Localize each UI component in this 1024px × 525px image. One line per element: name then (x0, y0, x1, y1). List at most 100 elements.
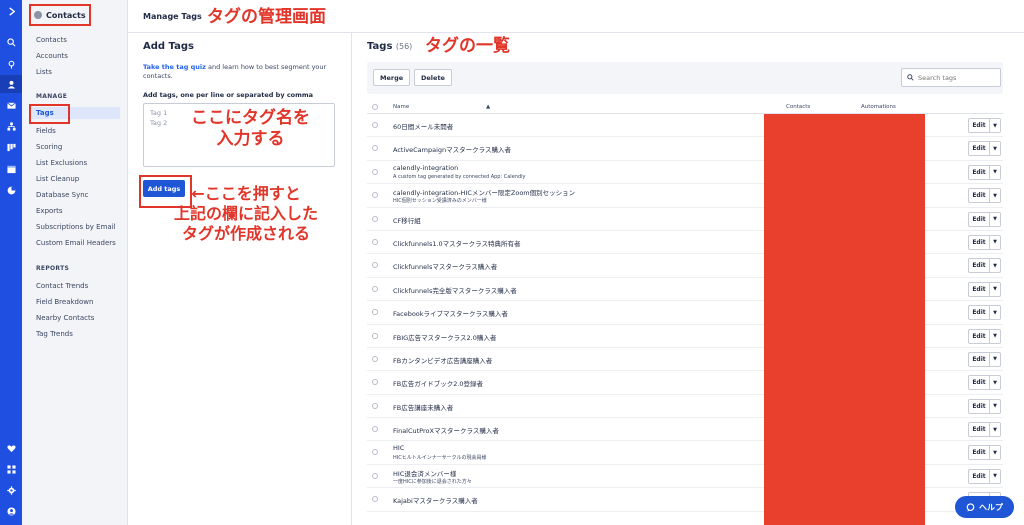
search-tags-input[interactable] (918, 73, 998, 82)
sidebar-item-accounts[interactable]: Accounts (36, 52, 68, 60)
edit-button[interactable]: Edit (968, 398, 990, 414)
row-checkbox[interactable] (372, 355, 378, 362)
tag-name[interactable]: HIC退会済メンバー様 (393, 468, 456, 478)
edit-dropdown-caret-icon[interactable]: ▼ (990, 422, 1001, 438)
row-checkbox[interactable] (372, 192, 378, 199)
column-header-name[interactable]: Name (393, 104, 409, 110)
tag-name[interactable]: Facebookライブマスタークラス購入者 (393, 308, 508, 318)
sidebar-item-lists[interactable]: Lists (36, 68, 52, 76)
sidebar-item-database-sync[interactable]: Database Sync (36, 191, 89, 199)
edit-button[interactable]: Edit (968, 258, 990, 274)
report-icon[interactable] (0, 181, 22, 199)
row-checkbox[interactable] (372, 379, 378, 386)
edit-button[interactable]: Edit (968, 118, 990, 133)
row-checkbox[interactable] (372, 285, 378, 292)
tag-name[interactable]: calendly-integration (393, 164, 458, 172)
mail-icon[interactable] (0, 96, 22, 114)
tag-name[interactable]: Kajabiマスタークラス購入者 (393, 495, 478, 505)
edit-dropdown-caret-icon[interactable]: ▼ (990, 118, 1001, 133)
select-all-checkbox[interactable] (372, 104, 378, 110)
edit-dropdown-caret-icon[interactable]: ▼ (990, 305, 1001, 321)
edit-button[interactable]: Edit (968, 305, 990, 321)
tag-name[interactable]: CF移行組 (393, 215, 421, 225)
delete-button[interactable]: Delete (414, 69, 452, 86)
column-header-automations[interactable]: Automations (861, 104, 896, 110)
edit-button[interactable]: Edit (968, 422, 990, 438)
tag-name[interactable]: FinalCutProXマスタークラス購入者 (393, 425, 499, 435)
edit-dropdown-caret-icon[interactable]: ▼ (990, 351, 1001, 367)
edit-dropdown-caret-icon[interactable]: ▼ (990, 375, 1001, 391)
edit-dropdown-caret-icon[interactable]: ▼ (990, 328, 1001, 344)
tag-name[interactable]: FBIG広告マスタークラス2.0購入者 (393, 332, 496, 342)
sidebar-item-contacts[interactable]: Contacts (36, 36, 67, 44)
edit-button[interactable]: Edit (968, 375, 990, 391)
edit-dropdown-caret-icon[interactable]: ▼ (990, 281, 1001, 297)
row-checkbox[interactable] (372, 496, 378, 503)
edit-dropdown-caret-icon[interactable]: ▼ (990, 188, 1001, 204)
sidebar-item-list-cleanup[interactable]: List Cleanup (36, 175, 79, 183)
sidebar-item-tag-trends[interactable]: Tag Trends (36, 330, 73, 338)
sort-caret-icon[interactable]: ▲ (486, 104, 490, 110)
edit-dropdown-caret-icon[interactable]: ▼ (990, 258, 1001, 274)
row-checkbox[interactable] (372, 472, 378, 479)
edit-dropdown-caret-icon[interactable]: ▼ (990, 234, 1001, 250)
row-checkbox[interactable] (372, 168, 378, 175)
tag-name[interactable]: calendly-integration-HICメンバー限定Zoom個別セッショ… (393, 187, 575, 197)
sidebar-item-nearby-contacts[interactable]: Nearby Contacts (36, 314, 94, 322)
row-checkbox[interactable] (372, 145, 378, 152)
sidebar-item-list-exclusions[interactable]: List Exclusions (36, 159, 87, 167)
edit-button[interactable]: Edit (968, 445, 990, 461)
edit-button[interactable]: Edit (968, 281, 990, 297)
tag-name[interactable]: HIC (393, 444, 404, 452)
contacts-person-icon[interactable] (0, 75, 22, 93)
column-header-contacts[interactable]: Contacts (786, 104, 810, 110)
edit-button[interactable]: Edit (968, 234, 990, 250)
edit-button[interactable]: Edit (968, 188, 990, 204)
heart-icon[interactable] (0, 439, 22, 457)
tag-name[interactable]: Clickfunnels1.0マスタークラス特典所有者 (393, 238, 521, 248)
profile-avatar-icon[interactable] (0, 502, 22, 520)
settings-gear-icon[interactable] (0, 481, 22, 499)
search-icon[interactable] (0, 33, 22, 51)
row-checkbox[interactable] (372, 449, 378, 456)
logo-chevron-icon[interactable] (0, 2, 22, 20)
row-checkbox[interactable] (372, 426, 378, 433)
edit-dropdown-caret-icon[interactable]: ▼ (990, 211, 1001, 227)
tag-name[interactable]: 60日間メール未開者 (393, 121, 453, 131)
edit-button[interactable]: Edit (968, 351, 990, 367)
tag-name[interactable]: Clickfunnels完全版マスタークラス購入者 (393, 285, 517, 295)
sidebar-item-contact-trends[interactable]: Contact Trends (36, 282, 88, 290)
tag-name[interactable]: FBカンタンビデオ広告講座購入者 (393, 355, 492, 365)
sidebar-item-fields[interactable]: Fields (36, 127, 56, 135)
site-icon[interactable] (0, 160, 22, 178)
edit-dropdown-caret-icon[interactable]: ▼ (990, 468, 1001, 484)
location-pin-icon[interactable] (0, 55, 22, 73)
edit-button[interactable]: Edit (968, 211, 990, 227)
tag-name[interactable]: ActiveCampaignマスタークラス購入者 (393, 144, 511, 154)
tag-name[interactable]: FB広告ガイドブック2.0登録者 (393, 378, 483, 388)
row-checkbox[interactable] (372, 402, 378, 409)
merge-button[interactable]: Merge (373, 69, 411, 86)
edit-dropdown-caret-icon[interactable]: ▼ (990, 141, 1001, 157)
tag-name[interactable]: Clickfunnelsマスタークラス購入者 (393, 261, 497, 271)
row-checkbox[interactable] (372, 262, 378, 269)
row-checkbox[interactable] (372, 332, 378, 339)
row-checkbox[interactable] (372, 122, 378, 128)
edit-button[interactable]: Edit (968, 141, 990, 157)
apps-grid-icon[interactable] (0, 460, 22, 478)
row-checkbox[interactable] (372, 309, 378, 316)
sidebar-item-field-breakdown[interactable]: Field Breakdown (36, 298, 93, 306)
edit-dropdown-caret-icon[interactable]: ▼ (990, 445, 1001, 461)
sidebar-item-subscriptions-by-email[interactable]: Subscriptions by Email (36, 223, 116, 231)
sidebar-item-exports[interactable]: Exports (36, 207, 63, 215)
automation-icon[interactable] (0, 117, 22, 135)
sidebar-item-scoring[interactable]: Scoring (36, 143, 62, 151)
edit-button[interactable]: Edit (968, 164, 990, 180)
row-checkbox[interactable] (372, 215, 378, 222)
edit-dropdown-caret-icon[interactable]: ▼ (990, 398, 1001, 414)
tag-quiz-link[interactable]: Take the tag quiz (143, 63, 206, 71)
tag-name[interactable]: FB広告講座未購入者 (393, 402, 453, 412)
sidebar-item-custom-email-headers[interactable]: Custom Email Headers (36, 239, 116, 247)
edit-button[interactable]: Edit (968, 328, 990, 344)
help-button[interactable]: ヘルプ (955, 496, 1014, 518)
